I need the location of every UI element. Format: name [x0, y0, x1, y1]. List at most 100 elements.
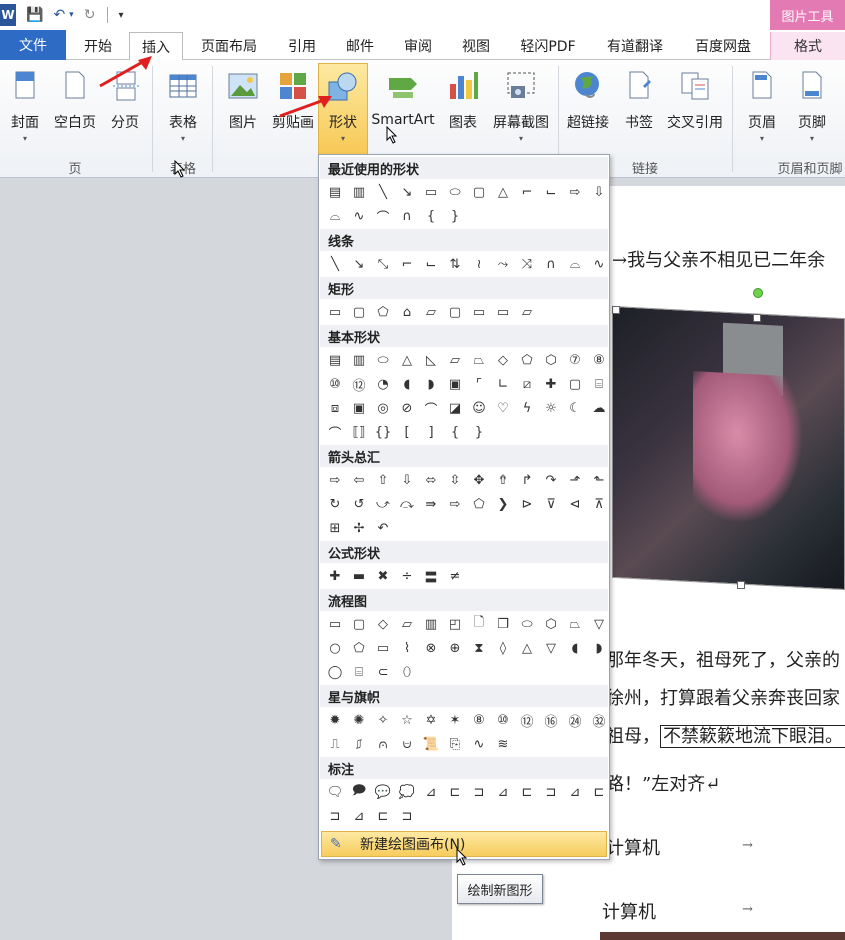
half-frame-shape-icon[interactable]: ⌜: [467, 373, 491, 395]
rounded-rectangle-shape-icon[interactable]: ▢: [467, 181, 491, 203]
smiley-face-shape-icon[interactable]: ☺: [467, 397, 491, 419]
magnetic-disk-shape-icon[interactable]: ⌸: [347, 661, 371, 683]
elbow-arrow-shape-icon[interactable]: ⌙: [539, 181, 563, 203]
5-point-star-shape-icon[interactable]: ☆: [395, 709, 419, 731]
undo-dropdown-icon[interactable]: ▾: [69, 10, 74, 20]
multiply-shape-icon[interactable]: ✖: [371, 565, 395, 587]
cross-reference-button[interactable]: 交叉引用: [664, 64, 726, 150]
elbow-arrow-connector-shape-icon[interactable]: ⌙: [419, 253, 443, 275]
summing-junction-shape-icon[interactable]: ⊗: [419, 637, 443, 659]
bookmark-button[interactable]: 书签: [614, 64, 664, 150]
10-point-star-shape-icon[interactable]: ⑩: [491, 709, 515, 731]
alternate-process-shape-icon[interactable]: ▢: [347, 613, 371, 635]
teardrop-shape-icon[interactable]: ◗: [419, 373, 443, 395]
pentagon-arrow-shape-icon[interactable]: ⬠: [467, 493, 491, 515]
doc-paragraph-2[interactable]: 那年冬天，祖母死了，父亲的: [606, 646, 840, 672]
hexagon-shape-icon[interactable]: ⬡: [539, 349, 563, 371]
merge-shape-icon[interactable]: ▽: [539, 637, 563, 659]
moon-shape-icon[interactable]: ☾: [563, 397, 587, 419]
oval-shape-icon[interactable]: ⬭: [371, 349, 395, 371]
frame-shape-icon[interactable]: ▣: [443, 373, 467, 395]
left-brace-shape-icon[interactable]: {: [419, 205, 443, 227]
up-arrow-callout-shape-icon[interactable]: ⊼: [587, 493, 611, 515]
parallelogram-shape-icon[interactable]: ▱: [443, 349, 467, 371]
scribble-shape-icon[interactable]: ∿: [347, 205, 371, 227]
table-button[interactable]: 表格 ▾: [158, 64, 208, 150]
snip-corner-rectangle-shape-icon[interactable]: ⬠: [371, 301, 395, 323]
trapezoid-shape-icon[interactable]: ⏢: [467, 349, 491, 371]
screenshot-button[interactable]: 屏幕截图 ▾: [490, 64, 552, 150]
blank-page-button[interactable]: 空白页: [50, 64, 100, 150]
vertical-text-box-shape-icon[interactable]: ▥: [347, 349, 371, 371]
connector-shape-icon[interactable]: ○: [323, 637, 347, 659]
wave-shape-icon[interactable]: ∿: [467, 733, 491, 755]
double-bracket-shape-icon[interactable]: ⟦⟧: [347, 421, 371, 443]
terminator-shape-icon[interactable]: ⬭: [515, 613, 539, 635]
stored-data-shape-icon[interactable]: ◖: [563, 637, 587, 659]
curved-up-arrow-shape-icon[interactable]: ⤻: [371, 493, 395, 515]
lightning-bolt-shape-icon[interactable]: ϟ: [515, 397, 539, 419]
tab-baidu-netdisk[interactable]: 百度网盘: [682, 32, 764, 60]
4-point-star-shape-icon[interactable]: ✧: [371, 709, 395, 731]
oval-callout-shape-icon[interactable]: 💬: [371, 781, 395, 803]
right-bracket-shape-icon[interactable]: ]: [419, 421, 443, 443]
left-brace-shape-icon[interactable]: {: [443, 421, 467, 443]
up-ribbon-shape-icon[interactable]: ⎍: [323, 733, 347, 755]
resize-handle-top[interactable]: [753, 314, 761, 322]
text-box-shape-icon[interactable]: ▤: [323, 181, 347, 203]
or-shape-icon[interactable]: ⊕: [443, 637, 467, 659]
customize-toolbar-icon[interactable]: ▾: [118, 10, 123, 21]
block-arc-shape-icon[interactable]: ⌒: [419, 397, 443, 419]
manual-input-shape-icon[interactable]: ⏢: [563, 613, 587, 635]
left-bracket-shape-icon[interactable]: [: [395, 421, 419, 443]
line-callout-1-no-border-shape-icon[interactable]: ⊿: [563, 781, 587, 803]
process-shape-icon[interactable]: ▭: [323, 613, 347, 635]
plus-shape-icon[interactable]: ✚: [323, 565, 347, 587]
cloud-shape-icon[interactable]: ☁: [587, 397, 611, 419]
no-symbol-shape-icon[interactable]: ⊘: [395, 397, 419, 419]
right-brace-shape-icon[interactable]: }: [467, 421, 491, 443]
direct-access-storage-shape-icon[interactable]: ⊂: [371, 661, 395, 683]
off-page-connector-shape-icon[interactable]: ⬠: [347, 637, 371, 659]
doc-paragraph-1[interactable]: →我与父亲不相见已二年余: [612, 246, 825, 272]
line-shape-icon[interactable]: ╲: [323, 253, 347, 275]
text-box-shape-icon[interactable]: ▤: [323, 349, 347, 371]
up-arrow-shape-icon[interactable]: ⇧: [371, 469, 395, 491]
word-app-icon[interactable]: W: [0, 4, 16, 26]
plaque-shape-icon[interactable]: ▢: [563, 373, 587, 395]
doc-paragraph-3[interactable]: 徐州，打算跟着父亲奔丧回家: [606, 684, 840, 710]
document-shape-icon[interactable]: 🗋: [467, 613, 491, 635]
not-equal-shape-icon[interactable]: ≠: [443, 565, 467, 587]
line-callout-1-border-accent-shape-icon[interactable]: ⊿: [347, 805, 371, 827]
right-brace-shape-icon[interactable]: }: [443, 205, 467, 227]
curved-left-arrow-shape-icon[interactable]: ↺: [347, 493, 371, 515]
round-diagonal-rectangle-shape-icon[interactable]: ▱: [515, 301, 539, 323]
down-arrow-shape-icon[interactable]: ⇩: [587, 181, 611, 203]
hyperlink-button[interactable]: 超链接: [563, 64, 613, 150]
line-callout-3-border-accent-shape-icon[interactable]: ⊐: [395, 805, 419, 827]
inserted-picture[interactable]: [612, 305, 845, 591]
card-shape-icon[interactable]: ▭: [371, 637, 395, 659]
curved-down-arrow-shape-icon[interactable]: ⤼: [395, 493, 419, 515]
doc-table-cell-2[interactable]: 计算机: [602, 898, 656, 924]
triangle-shape-icon[interactable]: △: [491, 181, 515, 203]
line-callout-2-no-border-shape-icon[interactable]: ⊏: [587, 781, 611, 803]
line-shape-icon[interactable]: ╲: [371, 181, 395, 203]
heptagon-shape-icon[interactable]: ⑦: [563, 349, 587, 371]
diagonal-stripe-shape-icon[interactable]: ⧄: [515, 373, 539, 395]
curve-shape-icon[interactable]: ∩: [395, 205, 419, 227]
donut-shape-icon[interactable]: ◎: [371, 397, 395, 419]
tab-format[interactable]: 格式: [770, 32, 845, 60]
left-arrow-shape-icon[interactable]: ⇦: [347, 469, 371, 491]
horizontal-scroll-shape-icon[interactable]: ⎘: [443, 733, 467, 755]
multidocument-shape-icon[interactable]: ❐: [491, 613, 515, 635]
triangle-shape-icon[interactable]: △: [395, 349, 419, 371]
down-arrow-shape-icon[interactable]: ⇩: [395, 469, 419, 491]
l-shape-icon[interactable]: ∟: [491, 373, 515, 395]
curve-shape-icon[interactable]: ∩: [539, 253, 563, 275]
round-same-side-rectangle-shape-icon[interactable]: ▭: [491, 301, 515, 323]
smartart-button[interactable]: SmartArt: [371, 64, 435, 150]
display-shape-icon[interactable]: ⬯: [395, 661, 419, 683]
equal-shape-icon[interactable]: 〓: [419, 565, 443, 587]
delay-shape-icon[interactable]: ◗: [587, 637, 611, 659]
